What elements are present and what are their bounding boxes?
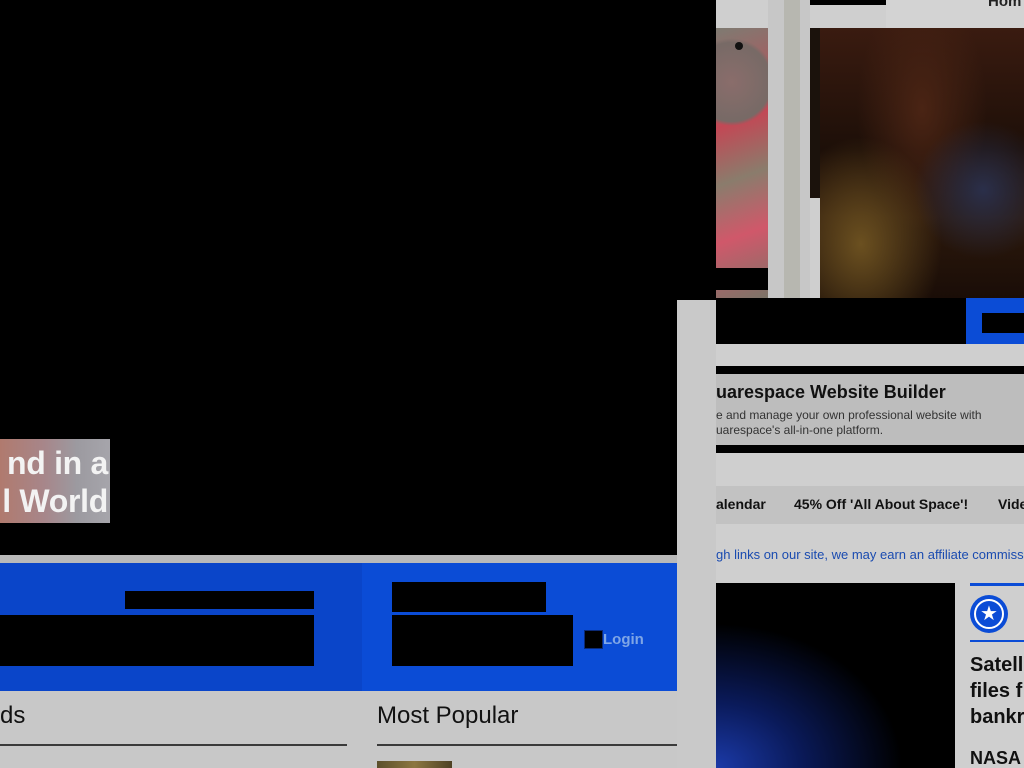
promo-link-video[interactable]: Vide bbox=[998, 496, 1024, 512]
feature-card-rule-top bbox=[970, 583, 1024, 586]
login-checkbox[interactable] bbox=[584, 630, 603, 649]
hero-divider bbox=[0, 555, 677, 563]
affiliate-notice[interactable]: gh links on our site, we may earn an aff… bbox=[716, 547, 1024, 562]
section-rule-left bbox=[0, 744, 347, 746]
carousel-caption-band bbox=[716, 298, 966, 344]
hero-caption: nd in a l World bbox=[0, 439, 110, 523]
feature-article-image[interactable] bbox=[716, 583, 955, 768]
nav-home-link[interactable]: Hom bbox=[988, 0, 1021, 10]
hero-caption-line-2: l World bbox=[2, 483, 108, 519]
sections-background bbox=[0, 691, 677, 768]
login-label bbox=[392, 582, 546, 612]
image-detail bbox=[735, 42, 743, 50]
most-popular-rule bbox=[377, 744, 677, 746]
login-link[interactable]: Login bbox=[603, 631, 644, 648]
promo-link-calendar[interactable]: alendar bbox=[716, 496, 766, 512]
painting-edge bbox=[810, 28, 820, 198]
column-gutter bbox=[677, 300, 716, 768]
signup-label bbox=[125, 591, 314, 609]
feature-card-subtitle[interactable]: NASA bbox=[970, 748, 1021, 768]
ad-title[interactable]: uarespace Website Builder bbox=[716, 382, 946, 403]
section-heading-left: ds bbox=[0, 702, 26, 729]
article-image-painting[interactable] bbox=[820, 28, 1024, 298]
top-bar bbox=[810, 0, 890, 5]
feature-card-title[interactable]: Satell files f bankr bbox=[970, 652, 1024, 730]
carousel-divider bbox=[768, 0, 810, 298]
popular-article-thumbnail[interactable] bbox=[377, 761, 452, 768]
carousel-action-label bbox=[982, 313, 1024, 333]
most-popular-heading: Most Popular bbox=[377, 702, 519, 729]
article-image-crystal[interactable] bbox=[716, 28, 768, 298]
login-input[interactable] bbox=[392, 615, 573, 666]
promo-link-magazine-offer[interactable]: 45% Off 'All About Space'! bbox=[794, 496, 968, 512]
feature-card-rule bbox=[970, 640, 1024, 642]
hero-caption-line-1: nd in a bbox=[6, 445, 108, 481]
star-icon: ★ bbox=[970, 595, 1008, 633]
signup-email-field[interactable] bbox=[0, 615, 314, 666]
ad-body: e and manage your own professional websi… bbox=[716, 408, 982, 437]
